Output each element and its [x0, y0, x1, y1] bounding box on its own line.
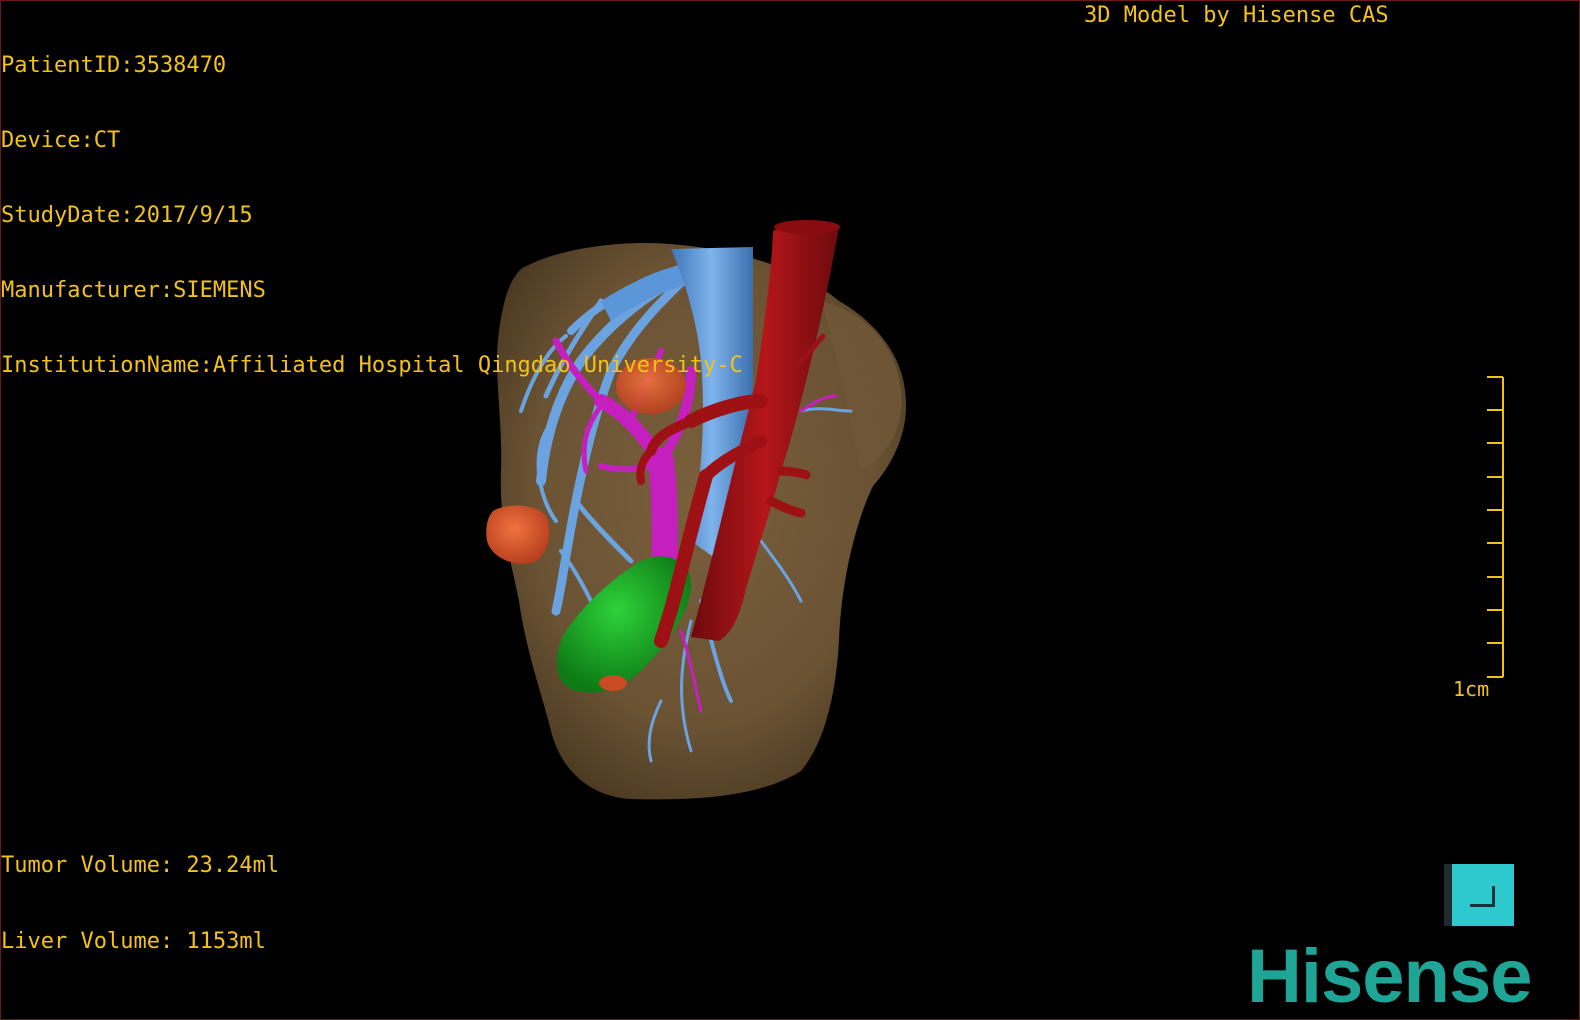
3d-viewport[interactable]: PatientID:3538470 Device:CT StudyDate:20… — [0, 0, 1580, 1020]
hisense-logo: Hisense — [1247, 934, 1532, 1019]
model-credit: 3D Model by Hisense CAS — [1084, 3, 1389, 28]
artery-opening — [774, 220, 840, 234]
patient-info-overlay: PatientID:3538470 Device:CT StudyDate:20… — [1, 3, 743, 428]
institution-name: InstitutionName:Affiliated Hospital Qing… — [1, 353, 743, 378]
device: Device:CT — [1, 128, 121, 153]
corner-axis-icon — [1470, 886, 1495, 907]
orientation-reset-button[interactable] — [1444, 864, 1514, 926]
manufacturer: Manufacturer:SIEMENS — [1, 278, 266, 303]
liver-volume: Liver Volume: 1153ml — [1, 929, 266, 954]
orientation-button-shadow — [1444, 864, 1452, 926]
volume-info-overlay: Tumor Volume: 23.24ml Liver Volume: 1153… — [1, 803, 279, 1005]
tumor-nodule — [486, 505, 550, 564]
scale-bar — [1487, 376, 1504, 678]
patient-id: PatientID:3538470 — [1, 53, 227, 78]
gallbladder-neck — [599, 675, 627, 691]
study-date: StudyDate:2017/9/15 — [1, 203, 253, 228]
scale-label: 1cm — [1453, 677, 1490, 701]
tumor-volume: Tumor Volume: 23.24ml — [1, 853, 280, 878]
